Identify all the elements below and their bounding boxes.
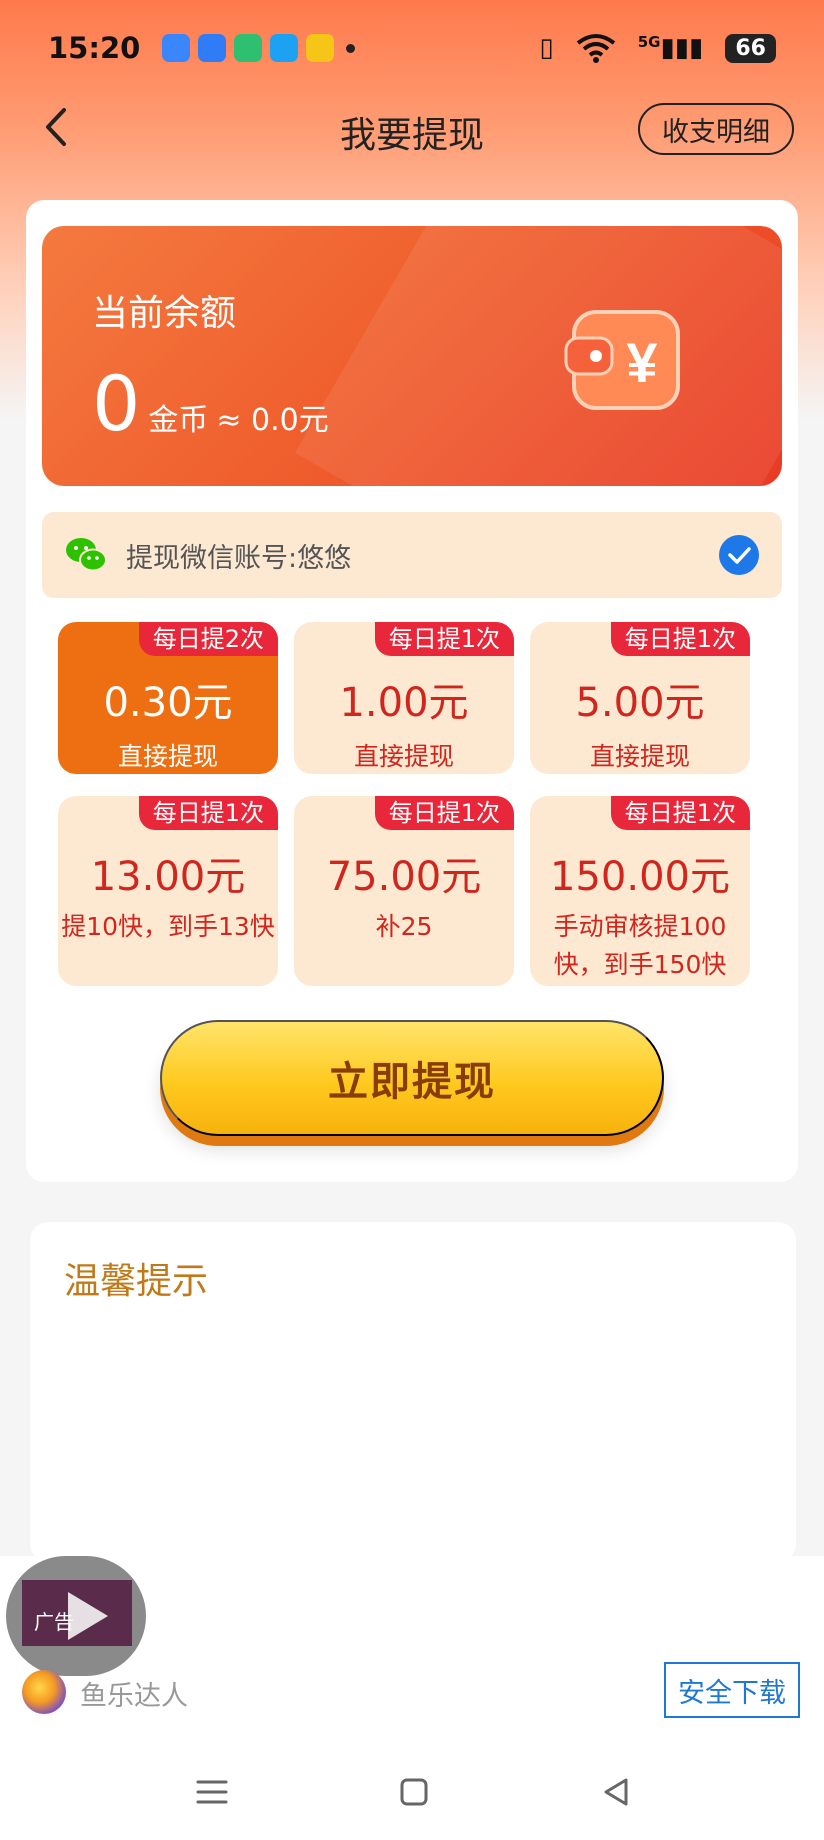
withdraw-now-button[interactable]: 立即提现 bbox=[160, 1020, 664, 1136]
wallet-icon: ¥ bbox=[564, 310, 680, 410]
app-notification-icon bbox=[198, 34, 227, 62]
option-amount: 150.00元 bbox=[550, 854, 730, 900]
check-circle-icon[interactable] bbox=[718, 534, 760, 576]
option-description: 手动审核提100快，到手150快 bbox=[553, 912, 727, 979]
daily-limit-badge: 每日提1次 bbox=[138, 796, 278, 830]
ad-video-thumbnail[interactable]: 广告 bbox=[6, 1556, 146, 1676]
decorative-shine bbox=[295, 226, 782, 486]
safe-download-button[interactable]: 安全下载 bbox=[664, 1662, 800, 1718]
withdraw-option[interactable]: 每日提2次 0.30元 直接提现 bbox=[58, 622, 278, 774]
withdraw-option[interactable]: 每日提1次 150.00元 手动审核提100快，到手150快 bbox=[530, 796, 750, 986]
option-description: 直接提现 bbox=[117, 742, 218, 771]
wechat-account-label: 提现微信账号:悠悠 bbox=[126, 542, 352, 574]
daily-limit-badge: 每日提1次 bbox=[610, 796, 750, 830]
home-icon[interactable] bbox=[396, 1774, 432, 1810]
option-amount: 13.00元 bbox=[90, 854, 246, 900]
withdraw-option[interactable]: 每日提1次 5.00元 直接提现 bbox=[530, 622, 750, 774]
withdraw-option[interactable]: 每日提1次 75.00元 补25 bbox=[294, 796, 514, 986]
status-right: ▯ 5G▮▮▮ 66 bbox=[539, 33, 776, 63]
system-nav-bar bbox=[0, 1746, 824, 1840]
balance-amount: 0 bbox=[92, 359, 141, 448]
app-notification-icon bbox=[162, 34, 191, 62]
tips-card: 温馨提示 bbox=[30, 1222, 796, 1562]
battery-indicator: 66 bbox=[725, 33, 776, 63]
option-description: 提10快，到手13快 bbox=[61, 912, 275, 941]
balance-label: 当前余额 bbox=[92, 293, 237, 334]
status-bar: 15:20 ▯ 5G▮▮▮ 66 bbox=[0, 0, 824, 96]
option-amount: 0.30元 bbox=[103, 680, 233, 726]
network-type: 5G bbox=[637, 33, 661, 51]
app-avatar bbox=[22, 1670, 66, 1714]
app-notification-icon bbox=[234, 34, 263, 62]
balance-approx-value: ≈ 0.0元 bbox=[216, 403, 329, 438]
back-triangle-icon[interactable] bbox=[598, 1774, 634, 1810]
svg-text:¥: ¥ bbox=[626, 331, 657, 394]
vibrate-icon: ▯ bbox=[539, 33, 554, 63]
nav-bar: 我要提现 收支明细 bbox=[0, 96, 824, 160]
signal-icon: 5G▮▮▮ bbox=[637, 33, 704, 63]
daily-limit-badge: 每日提1次 bbox=[374, 622, 514, 656]
withdraw-card: 当前余额 0 金币 ≈ 0.0元 ¥ 提现微信账号:悠悠 每日提2次 0.30元… bbox=[26, 200, 798, 1182]
qq-icon bbox=[270, 34, 299, 62]
ad-banner[interactable]: 广告 鱼乐达人 安全下载 bbox=[0, 1556, 824, 1746]
more-notifications-dot bbox=[346, 43, 356, 53]
wechat-icon bbox=[66, 538, 107, 572]
option-amount: 5.00元 bbox=[575, 680, 705, 726]
balance-unit: 金币 bbox=[148, 403, 209, 438]
transaction-details-button[interactable]: 收支明细 bbox=[638, 103, 794, 155]
status-time: 15:20 bbox=[48, 31, 141, 65]
tips-title: 温馨提示 bbox=[64, 1261, 209, 1302]
balance-card: 当前余额 0 金币 ≈ 0.0元 ¥ bbox=[42, 226, 782, 486]
option-amount: 1.00元 bbox=[339, 680, 469, 726]
wechat-account-row[interactable]: 提现微信账号:悠悠 bbox=[42, 512, 782, 598]
wifi-icon bbox=[576, 34, 615, 63]
daily-limit-badge: 每日提2次 bbox=[138, 622, 278, 656]
option-description: 补25 bbox=[375, 912, 433, 941]
menu-icon[interactable] bbox=[194, 1774, 230, 1810]
withdraw-option[interactable]: 每日提1次 1.00元 直接提现 bbox=[294, 622, 514, 774]
notification-icons bbox=[162, 34, 335, 62]
option-description: 直接提现 bbox=[353, 742, 454, 771]
app-notification-icon bbox=[306, 34, 335, 62]
ad-app-name: 鱼乐达人 bbox=[80, 1681, 188, 1712]
option-amount: 75.00元 bbox=[326, 854, 482, 900]
balance-row: 0 金币 ≈ 0.0元 bbox=[92, 366, 329, 442]
withdraw-options: 每日提2次 0.30元 直接提现 每日提1次 1.00元 直接提现 每日提1次 … bbox=[58, 622, 766, 986]
daily-limit-badge: 每日提1次 bbox=[610, 622, 750, 656]
play-icon[interactable] bbox=[48, 1580, 120, 1652]
withdraw-option[interactable]: 每日提1次 13.00元 提10快，到手13快 bbox=[58, 796, 278, 986]
daily-limit-badge: 每日提1次 bbox=[374, 796, 514, 830]
option-description: 直接提现 bbox=[589, 742, 690, 771]
